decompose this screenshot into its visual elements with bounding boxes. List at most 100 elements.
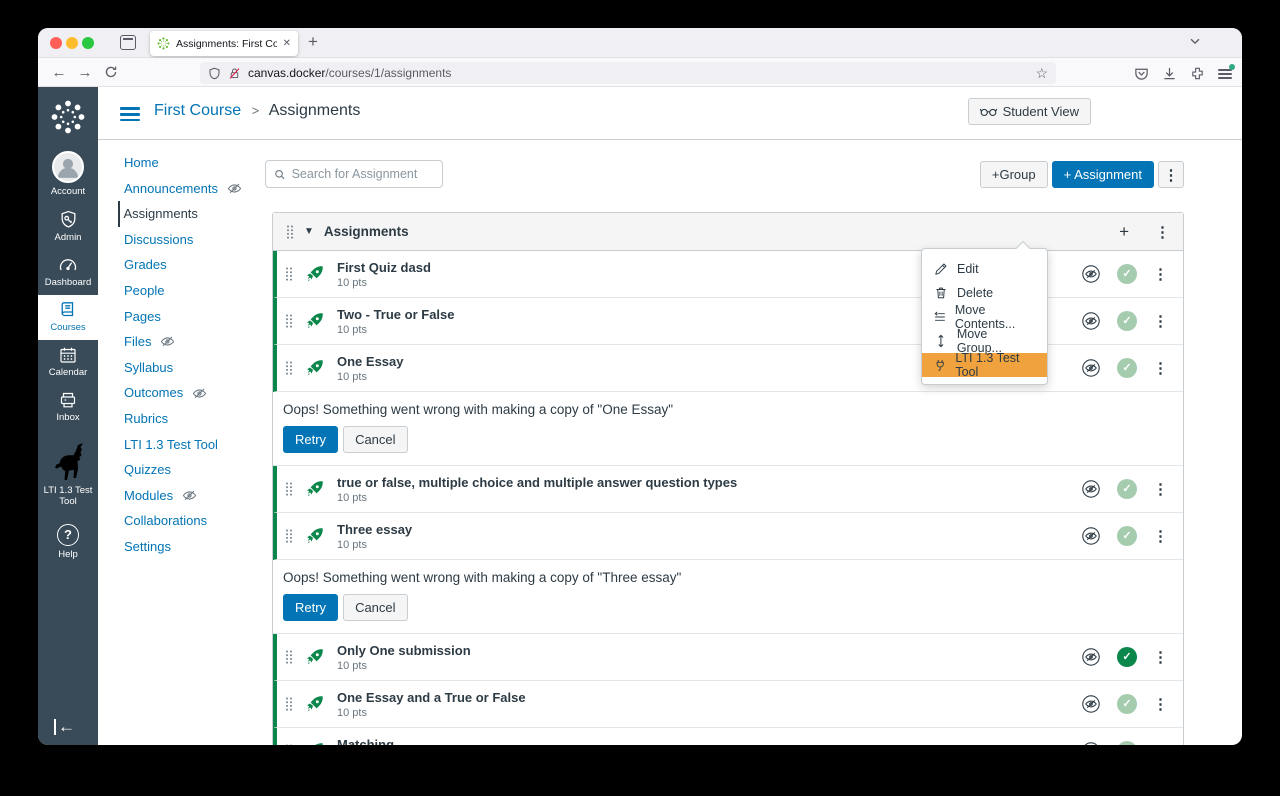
assignment-title-link[interactable]: Two - True or False <box>337 307 455 322</box>
global-nav-lti-tool[interactable]: LTI 1.3 Test Tool <box>38 430 98 514</box>
publish-status-icon[interactable]: ✓ <box>1117 694 1137 714</box>
collapse-group-caret[interactable]: ▼ <box>304 226 314 237</box>
publish-status-icon[interactable]: ✓ <box>1117 311 1137 331</box>
course-nav-assignments[interactable]: Assignments <box>118 201 248 227</box>
row-kebab-icon[interactable]: ⋮ <box>1153 695 1168 713</box>
new-tab-button[interactable]: + <box>308 32 318 52</box>
close-window-button[interactable] <box>50 37 62 49</box>
row-kebab-icon[interactable]: ⋮ <box>1153 359 1168 377</box>
student-view-button[interactable]: Student View <box>968 98 1091 125</box>
drag-handle-icon[interactable] <box>285 266 293 282</box>
eye-slash-circle-icon[interactable] <box>1081 526 1101 546</box>
add-assignment-button[interactable]: + Assignment <box>1052 161 1154 188</box>
bookmark-star-icon[interactable]: ☆ <box>1035 65 1048 82</box>
eye-slash-circle-icon[interactable] <box>1081 264 1101 284</box>
menu-item-move-group[interactable]: Move Group... <box>922 329 1047 353</box>
collapse-global-nav-icon[interactable]: ← <box>54 719 75 735</box>
row-kebab-icon[interactable]: ⋮ <box>1153 527 1168 545</box>
drag-handle-icon[interactable] <box>285 696 293 712</box>
assignment-title-link[interactable]: One Essay <box>337 354 404 369</box>
downloads-icon[interactable] <box>1162 66 1177 81</box>
forward-button[interactable]: → <box>72 64 98 81</box>
assignment-title-link[interactable]: Matching <box>337 737 394 746</box>
course-nav-announcements[interactable]: Announcements <box>118 176 248 202</box>
global-nav-admin[interactable]: Admin <box>38 204 98 250</box>
assignment-title-link[interactable]: Only One submission <box>337 643 471 658</box>
course-nav-home[interactable]: Home <box>118 150 248 176</box>
course-nav-settings[interactable]: Settings <box>118 534 248 560</box>
retry-button[interactable]: Retry <box>283 594 338 621</box>
browser-tab[interactable]: Assignments: First Course ✕ <box>150 31 298 56</box>
course-nav-pages[interactable]: Pages <box>118 304 248 330</box>
app-menu-icon[interactable] <box>1218 67 1232 79</box>
course-nav-outcomes[interactable]: Outcomes <box>118 380 248 406</box>
course-nav-collaborations[interactable]: Collaborations <box>118 508 248 534</box>
publish-status-icon[interactable]: ✓ <box>1117 479 1137 499</box>
assignment-title-link[interactable]: true or false, multiple choice and multi… <box>337 475 737 490</box>
row-kebab-icon[interactable]: ⋮ <box>1153 742 1168 745</box>
menu-item-edit[interactable]: Edit <box>922 257 1047 281</box>
eye-slash-circle-icon[interactable] <box>1081 694 1101 714</box>
publish-status-icon[interactable]: ✓ <box>1117 647 1137 667</box>
row-kebab-icon[interactable]: ⋮ <box>1153 312 1168 330</box>
canvas-logo-icon[interactable] <box>50 99 86 135</box>
tab-close-icon[interactable]: ✕ <box>283 38 291 49</box>
drag-handle-icon[interactable] <box>286 224 294 240</box>
firefox-view-icon[interactable] <box>120 35 136 50</box>
course-nav-grades[interactable]: Grades <box>118 252 248 278</box>
global-nav-account[interactable]: Account <box>38 145 98 204</box>
add-group-button[interactable]: +Group <box>980 161 1048 188</box>
drag-handle-icon[interactable] <box>285 743 293 745</box>
course-nav-rubrics[interactable]: Rubrics <box>118 406 248 432</box>
pocket-icon[interactable] <box>1134 66 1149 81</box>
url-field[interactable]: canvas.docker/courses/1/assignments ☆ <box>200 62 1056 84</box>
course-nav-people[interactable]: People <box>118 278 248 304</box>
course-nav-modules[interactable]: Modules <box>118 483 248 509</box>
eye-slash-circle-icon[interactable] <box>1081 741 1101 745</box>
retry-button[interactable]: Retry <box>283 426 338 453</box>
eye-slash-circle-icon[interactable] <box>1081 647 1101 667</box>
global-nav-inbox[interactable]: Inbox <box>38 385 98 430</box>
publish-status-icon[interactable]: ✓ <box>1117 358 1137 378</box>
drag-handle-icon[interactable] <box>285 649 293 665</box>
publish-status-icon[interactable]: ✓ <box>1117 264 1137 284</box>
tab-overflow-chevron-icon[interactable] <box>1188 34 1202 48</box>
assignment-search[interactable] <box>265 160 443 188</box>
course-nav-files[interactable]: Files <box>118 329 248 355</box>
tracking-shield-icon[interactable] <box>208 67 221 80</box>
eye-slash-circle-icon[interactable] <box>1081 311 1101 331</box>
group-kebab-icon[interactable]: ⋮ <box>1155 223 1170 241</box>
insecure-lock-icon[interactable] <box>228 67 241 80</box>
zoom-window-button[interactable] <box>82 37 94 49</box>
global-nav-courses[interactable]: Courses <box>38 295 98 340</box>
global-nav-calendar[interactable]: Calendar <box>38 340 98 385</box>
menu-item-lti-test-tool[interactable]: LTI 1.3 Test Tool <box>922 353 1047 377</box>
reload-button[interactable] <box>98 65 124 79</box>
assignment-title-link[interactable]: First Quiz dasd <box>337 260 431 275</box>
publish-status-icon[interactable]: ✓ <box>1117 741 1137 745</box>
assignment-title-link[interactable]: Three essay <box>337 522 412 537</box>
course-nav-syllabus[interactable]: Syllabus <box>118 355 248 381</box>
extensions-puzzle-icon[interactable] <box>1190 66 1205 81</box>
drag-handle-icon[interactable] <box>285 481 293 497</box>
eye-slash-circle-icon[interactable] <box>1081 479 1101 499</box>
row-kebab-icon[interactable]: ⋮ <box>1153 480 1168 498</box>
search-input[interactable] <box>292 167 434 181</box>
course-nav-discussions[interactable]: Discussions <box>118 227 248 253</box>
drag-handle-icon[interactable] <box>285 360 293 376</box>
group-add-icon[interactable]: + <box>1119 222 1129 242</box>
drag-handle-icon[interactable] <box>285 313 293 329</box>
assignments-options-kebab[interactable]: ⋮ <box>1158 161 1184 188</box>
back-button[interactable]: ← <box>46 64 72 81</box>
drag-handle-icon[interactable] <box>285 528 293 544</box>
row-kebab-icon[interactable]: ⋮ <box>1153 265 1168 283</box>
cancel-button[interactable]: Cancel <box>343 426 407 453</box>
global-nav-dashboard[interactable]: Dashboard <box>38 250 98 295</box>
minimize-window-button[interactable] <box>66 37 78 49</box>
course-nav-quizzes[interactable]: Quizzes <box>118 457 248 483</box>
breadcrumb-course-link[interactable]: First Course <box>154 102 241 119</box>
course-nav-lti-test-tool[interactable]: LTI 1.3 Test Tool <box>118 432 248 458</box>
cancel-button[interactable]: Cancel <box>343 594 407 621</box>
assignment-title-link[interactable]: One Essay and a True or False <box>337 690 526 705</box>
global-nav-help[interactable]: ? Help <box>38 514 98 567</box>
